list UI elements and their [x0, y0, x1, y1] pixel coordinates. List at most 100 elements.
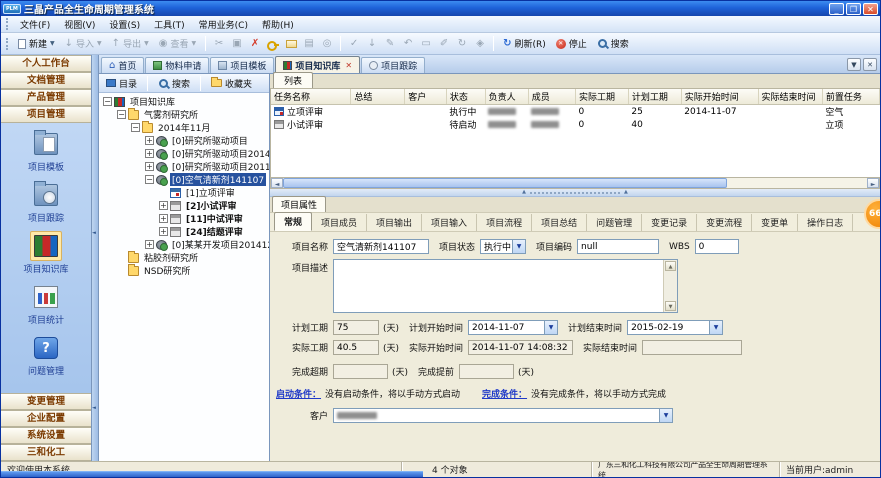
sync-button[interactable]: ↻	[453, 35, 471, 52]
planned-duration-input[interactable]	[333, 320, 379, 335]
expander-icon[interactable]: −	[131, 123, 140, 132]
note-button[interactable]: ▭	[417, 35, 435, 52]
properties-tab[interactable]: 问题管理	[587, 214, 642, 231]
sidebar-section[interactable]: 个人工作台	[1, 55, 91, 72]
refresh-button[interactable]: ↻ 刷新(R)	[498, 35, 551, 52]
card-button[interactable]: ▤	[300, 35, 318, 52]
sidebar-section[interactable]: 企业配置	[1, 410, 91, 427]
menu-item[interactable]: 设置(S)	[102, 17, 147, 32]
tab[interactable]: 物料申请	[145, 57, 209, 73]
chevron-down-icon[interactable]: ▼	[544, 321, 557, 334]
approve-button[interactable]: ✓	[345, 35, 363, 52]
menu-item[interactable]: 文件(F)	[13, 17, 57, 32]
table-row[interactable]: 立项评审执行中0252014-11-07空气	[271, 105, 880, 119]
cut-button[interactable]: ✂	[210, 35, 228, 52]
column-header[interactable]: 任务名称	[271, 89, 351, 105]
tree-node[interactable]: +[2]小试评审	[99, 199, 269, 212]
column-header[interactable]: 计划工期	[628, 89, 681, 105]
project-name-input[interactable]	[333, 239, 429, 254]
sidebar-item[interactable]: 项目统计	[1, 282, 91, 326]
textarea-scrollbar[interactable]: ▲ ▼	[663, 260, 677, 312]
tab[interactable]: 项目模板	[210, 57, 274, 73]
sidebar-section[interactable]: 变更管理	[1, 393, 91, 410]
edit-button[interactable]: ✎	[381, 35, 399, 52]
column-header[interactable]: 实际开始时间	[681, 89, 758, 105]
tree-node[interactable]: +[11]中试评审	[99, 212, 269, 225]
planned-start-date-select[interactable]: 2014-11-07 ▼	[468, 320, 558, 335]
column-header[interactable]: 总结	[351, 89, 405, 105]
scroll-down-icon[interactable]: ▼	[665, 301, 676, 311]
tree-toolbar-button[interactable]: 搜索	[154, 76, 194, 91]
expander-icon[interactable]: +	[159, 201, 168, 210]
sidebar-section[interactable]: 项目管理	[1, 106, 91, 123]
close-button[interactable]: ✕	[863, 3, 878, 15]
tab[interactable]: ⌂首页	[101, 57, 144, 73]
sidebar-section[interactable]: 产品管理	[1, 89, 91, 106]
tree-node[interactable]: +[0]研究所驱动项目	[99, 134, 269, 147]
properties-tab[interactable]: 项目输出	[367, 214, 422, 231]
tree-node[interactable]: +[0]研究所驱动项目20111050	[99, 160, 269, 173]
import-button[interactable]: ↓ 导入▼	[60, 35, 107, 52]
properties-tab[interactable]: 操作日志	[798, 214, 853, 231]
scrollbar-track[interactable]	[283, 178, 867, 188]
expander-icon[interactable]: +	[159, 214, 168, 223]
ahead-input[interactable]	[459, 364, 514, 379]
tab[interactable]: 项目跟踪	[361, 57, 425, 73]
chevron-down-icon[interactable]: ▼	[659, 409, 672, 422]
project-description-textarea[interactable]: ▲ ▼	[333, 259, 678, 313]
properties-tab[interactable]: 变更记录	[642, 214, 697, 231]
tab-list-dropdown-button[interactable]: ▼	[847, 58, 861, 71]
panel-splitter[interactable]: ▲ ▲	[270, 189, 880, 197]
tab[interactable]: 项目知识库✕	[275, 56, 360, 73]
pen-button[interactable]: ✐	[435, 35, 453, 52]
customer-select[interactable]: ▼	[333, 408, 673, 423]
properties-tab[interactable]: 变更单	[752, 214, 798, 231]
copy-button[interactable]: ▣	[228, 35, 246, 52]
column-header[interactable]: 客户	[405, 89, 447, 105]
expander-icon[interactable]: −	[117, 110, 126, 119]
wbs-input[interactable]	[695, 239, 739, 254]
link-button[interactable]: ◎	[318, 35, 336, 52]
properties-tab[interactable]: 项目输入	[422, 214, 477, 231]
properties-tab[interactable]: 常规	[274, 212, 312, 231]
scroll-right-button[interactable]: ►	[867, 178, 879, 188]
new-button[interactable]: 新建▼	[13, 35, 60, 52]
tree-node[interactable]: NSD研究所	[99, 264, 269, 277]
tree-node[interactable]: [1]立项评审	[99, 186, 269, 199]
sidebar-section[interactable]: 三和化工	[1, 444, 91, 461]
expander-icon[interactable]: +	[145, 162, 154, 171]
column-header[interactable]: 实际工期	[575, 89, 628, 105]
column-header[interactable]: 成员	[528, 89, 575, 105]
scroll-left-button[interactable]: ◄	[271, 178, 283, 188]
table-row[interactable]: 小试评审待启动040立项	[271, 118, 880, 131]
column-header[interactable]: 实际结束时间	[758, 89, 822, 105]
send-button[interactable]	[282, 35, 300, 52]
tab-project-properties[interactable]: 项目属性	[272, 196, 326, 212]
scroll-up-icon[interactable]: ▲	[665, 261, 676, 271]
properties-tab[interactable]: 项目流程	[477, 214, 532, 231]
project-code-input[interactable]	[577, 239, 659, 254]
tree-node[interactable]: +[0]某某开发项目201412	[99, 238, 269, 251]
planned-end-date-select[interactable]: 2015-02-19 ▼	[627, 320, 723, 335]
menu-item[interactable]: 帮助(H)	[255, 17, 301, 32]
restore-button[interactable]: ❐	[846, 3, 861, 15]
actual-duration-input[interactable]	[333, 340, 379, 355]
horizontal-scrollbar[interactable]: ◄ ►	[270, 177, 880, 189]
tree-node[interactable]: +[0]研究所驱动项目20141105	[99, 147, 269, 160]
sidebar-section[interactable]: 系统设置	[1, 427, 91, 444]
expander-icon[interactable]: −	[103, 97, 112, 106]
column-header[interactable]: 前置任务	[822, 89, 879, 105]
tree-node[interactable]: −[0]空气清新剂141107	[99, 173, 269, 186]
tab-close-button[interactable]: ✕	[863, 58, 877, 71]
stamp-button[interactable]: ◈	[471, 35, 489, 52]
stop-button[interactable]: ✕ 停止	[551, 35, 592, 52]
sidebar-item[interactable]: 项目知识库	[1, 231, 91, 275]
sidebar-item[interactable]: 项目跟踪	[1, 180, 91, 224]
overdue-input[interactable]	[333, 364, 388, 379]
search-button[interactable]: 搜索	[592, 35, 634, 52]
download-button[interactable]: ↓	[363, 35, 381, 52]
sidebar-item[interactable]: ?问题管理	[1, 333, 91, 377]
chevron-down-icon[interactable]: ▼	[512, 240, 525, 253]
scrollbar-thumb[interactable]	[283, 178, 727, 188]
tree-node[interactable]: 粘胶剂研究所	[99, 251, 269, 264]
